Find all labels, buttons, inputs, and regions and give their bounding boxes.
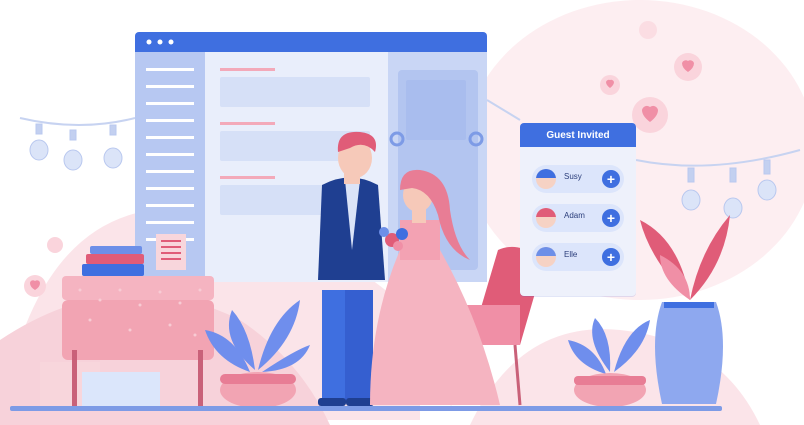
guest-name: Elle	[564, 250, 578, 259]
plus-icon[interactable]: +	[602, 170, 620, 188]
avatar	[536, 169, 556, 189]
string-lights-left	[19, 117, 136, 171]
guest-row-elle: Elle +	[532, 243, 624, 271]
wedding-illustration	[0, 0, 804, 425]
avatar	[536, 247, 556, 267]
plus-icon[interactable]: +	[602, 248, 620, 266]
plus-icon[interactable]: +	[602, 209, 620, 227]
avatar	[536, 208, 556, 228]
guest-row-susy: Susy +	[532, 165, 624, 193]
guest-row-adam: Adam +	[532, 204, 624, 232]
guest-name: Adam	[564, 211, 585, 220]
guest-invited-panel: Guest Invited Susy + Adam + Elle +	[520, 123, 636, 296]
guest-panel-title: Guest Invited	[520, 123, 636, 147]
floor-line	[10, 406, 722, 411]
guest-name: Susy	[564, 172, 582, 181]
